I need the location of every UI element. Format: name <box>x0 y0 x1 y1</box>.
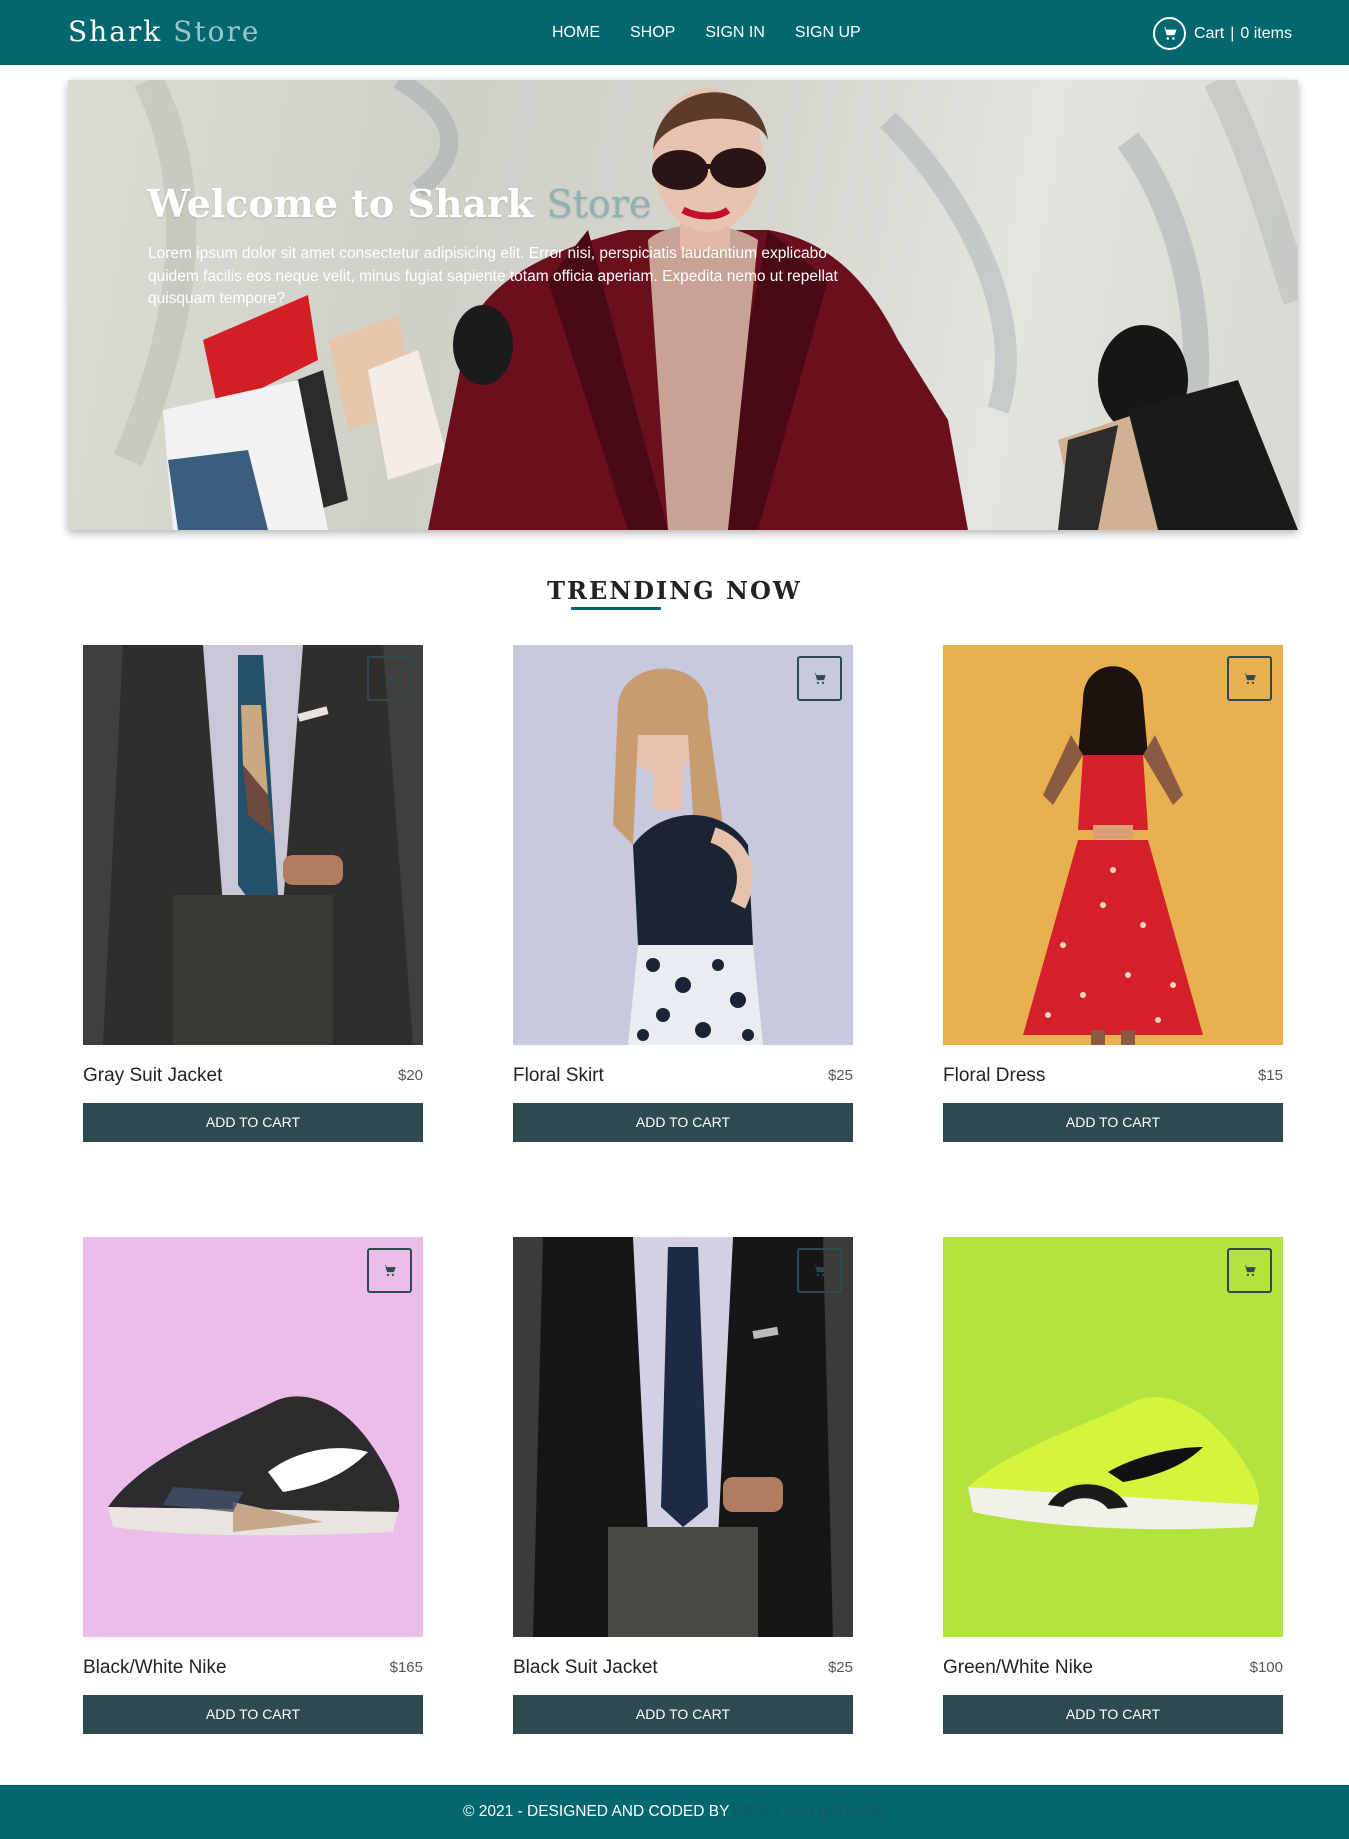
black-white-nike-photo <box>83 1237 423 1637</box>
product-info: Green/White Nike $100 <box>943 1637 1283 1697</box>
hero-title: Welcome to Shark Store <box>147 180 652 228</box>
floral-dress-photo <box>943 645 1283 1045</box>
product-card: Floral Dress $15 ADD TO CART <box>943 645 1283 1142</box>
gray-suit-photo <box>83 645 423 1045</box>
product-info: Black Suit Jacket $25 <box>513 1637 853 1697</box>
product-image[interactable] <box>83 1237 423 1637</box>
hero-banner: Welcome to Shark Store Lorem ipsum dolor… <box>68 80 1298 530</box>
product-price: $165 <box>389 1659 423 1676</box>
footer-copyright: © 2021 - DESIGNED AND CODED BY <box>463 1803 730 1820</box>
brand-name-accent: Store <box>173 15 261 48</box>
product-price: $15 <box>1257 1067 1283 1084</box>
shopping-cart-icon <box>813 1264 826 1276</box>
nav-links: HOME SHOP SIGN IN SIGN UP <box>552 22 861 44</box>
add-to-cart-button[interactable]: ADD TO CART <box>83 1695 423 1734</box>
trending-title: TRENDING NOW <box>547 576 802 605</box>
shopping-cart-icon <box>1243 1264 1256 1276</box>
product-card: Green/White Nike $100 ADD TO CART <box>943 1237 1283 1734</box>
nav-home[interactable]: HOME <box>552 22 600 44</box>
product-price: $25 <box>827 1659 853 1676</box>
brand-name: Shark <box>68 15 163 48</box>
product-name[interactable]: Floral Dress <box>943 1065 1045 1087</box>
shopping-cart-icon <box>1153 17 1186 50</box>
product-card: Gray Suit Jacket $20 ADD TO CART <box>83 645 423 1142</box>
footer-author-link[interactable]: ABDELLAH BAHSINE <box>733 1803 886 1820</box>
quick-add-cart-button[interactable] <box>797 656 842 701</box>
product-name[interactable]: Floral Skirt <box>513 1065 604 1087</box>
shopping-cart-icon <box>383 1264 396 1276</box>
product-name[interactable]: Green/White Nike <box>943 1657 1093 1679</box>
green-white-nike-photo <box>943 1237 1283 1637</box>
cart-count: 0 items <box>1240 24 1292 42</box>
product-price: $20 <box>397 1067 423 1084</box>
shopping-cart-icon <box>813 672 826 684</box>
add-to-cart-button[interactable]: ADD TO CART <box>513 1103 853 1142</box>
add-to-cart-button[interactable]: ADD TO CART <box>513 1695 853 1734</box>
product-image[interactable] <box>513 1237 853 1637</box>
cart-link[interactable]: Cart | 0 items <box>1153 17 1292 50</box>
quick-add-cart-button[interactable] <box>367 1248 412 1293</box>
add-to-cart-button[interactable]: ADD TO CART <box>943 1103 1283 1142</box>
nav-shop[interactable]: SHOP <box>630 22 675 44</box>
shopping-cart-icon <box>1243 672 1256 684</box>
navbar: Shark Store HOME SHOP SIGN IN SIGN UP Ca… <box>0 0 1349 65</box>
product-price: $100 <box>1249 1659 1283 1676</box>
product-info: Floral Dress $15 <box>943 1045 1283 1105</box>
cart-separator: | <box>1230 24 1235 42</box>
add-to-cart-button[interactable]: ADD TO CART <box>83 1103 423 1142</box>
product-name[interactable]: Gray Suit Jacket <box>83 1065 222 1087</box>
nav-sign-up[interactable]: SIGN UP <box>795 22 861 44</box>
trending-underline <box>571 607 661 610</box>
footer: © 2021 - DESIGNED AND CODED BY ABDELLAH … <box>0 1785 1349 1839</box>
product-image[interactable] <box>513 645 853 1045</box>
hero-title-main: Welcome to Shark <box>147 181 534 226</box>
quick-add-cart-button[interactable] <box>1227 656 1272 701</box>
product-name[interactable]: Black/White Nike <box>83 1657 227 1679</box>
brand-logo[interactable]: Shark Store <box>68 14 260 50</box>
product-image[interactable] <box>943 645 1283 1045</box>
nav-sign-in[interactable]: SIGN IN <box>705 22 765 44</box>
product-name[interactable]: Black Suit Jacket <box>513 1657 658 1679</box>
quick-add-cart-button[interactable] <box>367 656 412 701</box>
product-card: Floral Skirt $25 ADD TO CART <box>513 645 853 1142</box>
product-price: $25 <box>827 1067 853 1084</box>
product-info: Gray Suit Jacket $20 <box>83 1045 423 1105</box>
black-suit-photo <box>513 1237 853 1637</box>
product-card: Black Suit Jacket $25 ADD TO CART <box>513 1237 853 1734</box>
product-card: Black/White Nike $165 ADD TO CART <box>83 1237 423 1734</box>
floral-skirt-photo <box>513 645 853 1045</box>
product-image[interactable] <box>83 645 423 1045</box>
product-info: Floral Skirt $25 <box>513 1045 853 1105</box>
hero-description: Lorem ipsum dolor sit amet consectetur a… <box>148 245 838 307</box>
hero-title-accent: Store <box>546 182 652 226</box>
product-image[interactable] <box>943 1237 1283 1637</box>
add-to-cart-button[interactable]: ADD TO CART <box>943 1695 1283 1734</box>
shopping-cart-icon <box>383 672 396 684</box>
cart-label: Cart <box>1194 24 1225 42</box>
quick-add-cart-button[interactable] <box>1227 1248 1272 1293</box>
quick-add-cart-button[interactable] <box>797 1248 842 1293</box>
product-info: Black/White Nike $165 <box>83 1637 423 1697</box>
